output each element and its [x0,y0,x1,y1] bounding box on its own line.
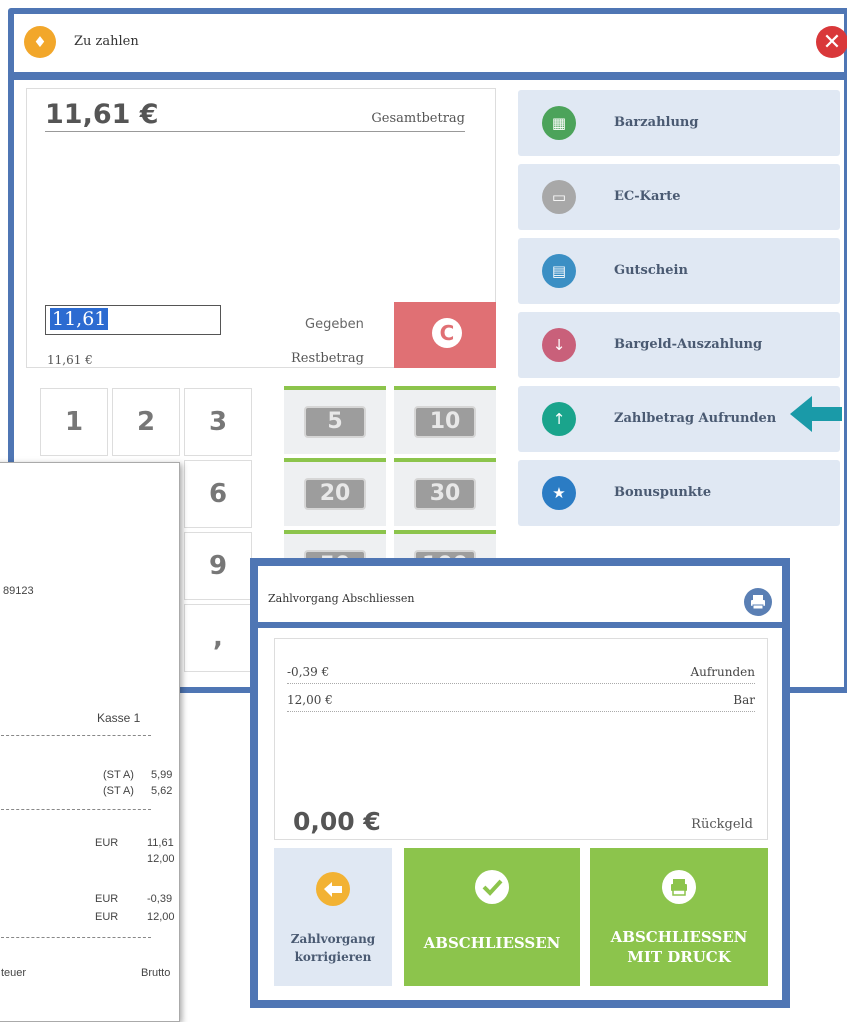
summary-label: Aufrunden [690,665,755,679]
change-label: Rückgeld [691,817,753,832]
divider [1,809,151,810]
finish-label: ABSCHLIESSEN [423,934,561,952]
payment-summary: -0,39 € Aufrunden 12,00 € Bar 0,00 € Rüc… [274,638,768,840]
method-label: Barzahlung [614,115,699,130]
given-amount-input[interactable]: 11,61 [45,305,221,335]
change-amount: 0,00 € [293,807,381,836]
receipt-amount: 12,00 [147,853,175,865]
given-label: Gegeben [305,317,364,332]
printer-icon [751,595,765,610]
receipt-footer-right: Brutto [141,967,171,979]
banknote-10-button[interactable]: 10 [394,386,496,454]
divider [1,735,151,736]
round-up-icon: ↑ [542,402,576,436]
banknote-5-button[interactable]: 5 [284,386,386,454]
money-icon: ♦ [24,26,56,58]
keypad-key-3[interactable]: 3 [184,388,252,456]
summary-amount: -0,39 € [287,665,330,679]
total-label: Gesamtbetrag [371,111,465,126]
card-icon: ▭ [542,180,576,214]
correct-payment-button[interactable]: Zahlvorgang korrigieren [274,848,392,986]
receipt-currency: EUR [95,837,119,849]
method-label: Bargeld-Auszahlung [614,337,763,352]
receipt-item-amount: 5,99 [151,769,173,781]
window-title: Zu zahlen [74,34,139,49]
banknote-20-button[interactable]: 20 [284,458,386,526]
keypad-key-1[interactable]: 1 [40,388,108,456]
clear-button[interactable]: C [394,302,496,368]
method-label: EC-Karte [614,189,681,204]
method-gutschein[interactable]: ▤ Gutschein [518,238,840,304]
banknote-10-label: 10 [414,406,476,438]
divider [45,131,465,132]
method-label: Zahlbetrag Aufrunden [614,411,777,426]
correct-label-2: korrigieren [294,950,372,964]
finish-button[interactable]: ABSCHLIESSEN [404,848,580,986]
receipt-amount: 11,61 [147,837,174,849]
divider [1,937,151,938]
summary-label: Bar [733,693,755,707]
receipt-currency: EUR [95,893,119,905]
voucher-icon: ▤ [542,254,576,288]
receipt-amount: -0,39 [147,893,173,905]
summary-line: 12,00 € Bar [287,693,755,712]
method-label: Bonuspunkte [614,485,712,500]
receipt-item-tax: (ST A) [103,785,134,797]
total-amount: 11,61 € [45,99,159,130]
summary-amount: 12,00 € [287,693,333,707]
receipt-item-tax: (ST A) [103,769,134,781]
dialog-body: -0,39 € Aufrunden 12,00 € Bar 0,00 € Rüc… [258,628,782,1000]
banknote-5-label: 5 [304,406,366,438]
undo-arrow-icon [316,872,350,906]
receipt-footer-left: teuer [1,967,27,979]
remaining-value: 11,61 € [47,353,93,367]
keypad-key-2[interactable]: 2 [112,388,180,456]
keypad-key-comma[interactable]: , [184,604,252,672]
dialog-titlebar: Zahlvorgang Abschliessen [258,566,782,622]
banknote-30-button[interactable]: 30 [394,458,496,526]
pointer-arrow-icon [790,396,842,432]
correct-label-1: Zahlvorgang [290,932,376,946]
receipt: 89123 Kasse 1 (ST A) 5,99 (ST A) 5,62 EU… [0,462,180,1022]
keypad-key-9[interactable]: 9 [184,532,252,600]
cash-withdrawal-icon: ↓ [542,328,576,362]
clear-icon: C [432,318,462,348]
method-barzahlung[interactable]: ▦ Barzahlung [518,90,840,156]
method-bargeld-auszahlung[interactable]: ↓ Bargeld-Auszahlung [518,312,840,378]
cash-register-icon: ▦ [542,106,576,140]
close-icon: ✕ [822,29,842,55]
payment-titlebar: ♦ Zu zahlen ✕ [14,14,847,72]
dialog-title: Zahlvorgang Abschliessen [268,592,415,605]
remaining-label: Restbetrag [291,351,364,366]
method-bonuspunkte[interactable]: ★ Bonuspunkte [518,460,840,526]
receipt-currency: EUR [95,911,119,923]
given-amount-value: 11,61 [50,308,109,330]
banknote-20-label: 20 [304,478,366,510]
finish-print-label-2: MIT DRUCK [627,948,731,966]
close-button[interactable]: ✕ [816,26,847,58]
printer-button[interactable] [744,588,772,616]
keypad-key-6[interactable]: 6 [184,460,252,528]
bonus-points-icon: ★ [542,476,576,510]
receipt-item-amount: 5,62 [151,785,173,797]
checkmark-icon [475,870,509,904]
finish-print-label-1: ABSCHLIESSEN [610,928,748,946]
method-ec-karte[interactable]: ▭ EC-Karte [518,164,840,230]
banknote-30-label: 30 [414,478,476,510]
receipt-amount: 12,00 [147,911,175,923]
summary-line: -0,39 € Aufrunden [287,665,755,684]
printer-icon [662,870,696,904]
receipt-register: Kasse 1 [97,711,141,725]
receipt-id: 89123 [3,585,34,597]
finish-with-print-button[interactable]: ABSCHLIESSEN MIT DRUCK [590,848,768,986]
finish-payment-dialog: Zahlvorgang Abschliessen -0,39 € Aufrund… [250,558,790,1008]
method-label: Gutschein [614,263,688,278]
